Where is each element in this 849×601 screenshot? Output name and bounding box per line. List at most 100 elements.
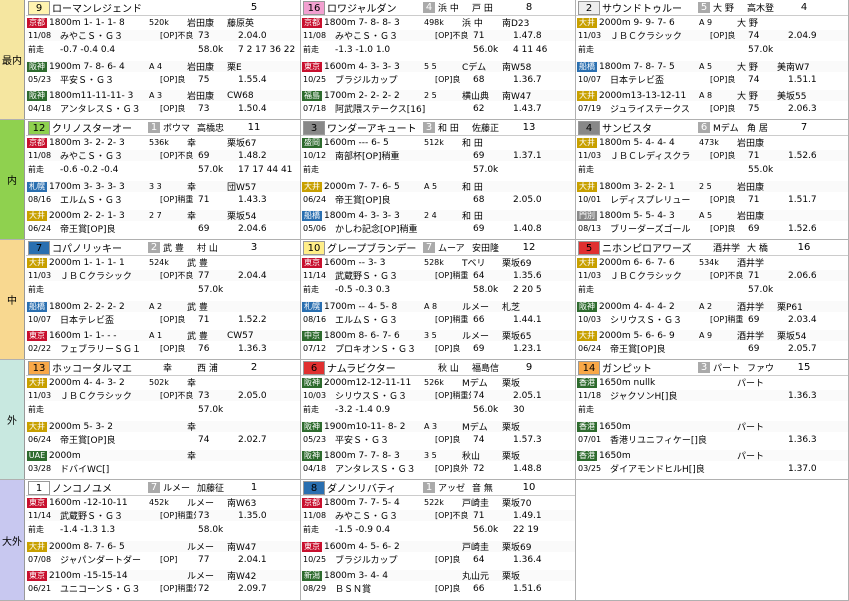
line-d: 栗坂: [502, 572, 521, 581]
horse-cell[interactable]: 5 ニホンピロアワーズ 酒井学大 橋 16 大井 2000m 6- 6- 7- 6 534k…: [576, 240, 849, 359]
waku-number: 6: [303, 361, 325, 375]
race-date: 10/01: [578, 195, 602, 204]
race-line: 東京 1600m 4- 5- 6- 2 戸崎圭 栗坂69: [301, 541, 575, 552]
horse-cell[interactable]: 16 ロワジャルダン 4 浜 中戸 田 8 京都 1800m 7- 8- 8- 3 498k 浜…: [301, 0, 576, 119]
race-line: 03/25 ダイアモンドヒルH[]良 1.37.0: [576, 463, 848, 475]
line-a: ブラジルカップ: [335, 76, 398, 85]
popularity: 9: [525, 362, 533, 373]
horse-name[interactable]: ノンコノユメ: [52, 480, 148, 495]
horse-cell[interactable]: 3 ワンダーアキュート 3 和 田佐藤正 13 盛岡 1600m --- 6- 5 512k 和…: [301, 120, 576, 239]
race-date: 06/24: [578, 344, 602, 353]
horse-name[interactable]: サウンドトゥルー: [602, 0, 698, 15]
line-c: 岩田康: [737, 183, 765, 192]
horse-cell[interactable]: 12 クリノスターオー 1 ボウマ 高橋忠 11 京都 1800m 3- 2- 2- 3 536…: [26, 120, 301, 239]
line-a: ドバイWC[]: [60, 465, 110, 474]
horse-name[interactable]: ナムラビクター: [327, 360, 423, 375]
line-a: -0.7 -0.4 0.4: [60, 44, 116, 55]
line-d: 2.05.1: [513, 390, 542, 401]
track-tag: 船橋: [302, 210, 322, 221]
horse-name[interactable]: サンビスタ: [602, 120, 698, 135]
horse-name[interactable]: ガンピット: [602, 360, 698, 375]
line-a: 1700m 3- 3- 3- 3: [49, 181, 125, 192]
line-b: [OP]良外: [435, 464, 469, 473]
waku-number: 16: [303, 1, 325, 15]
race-date: 02/22: [28, 344, 52, 353]
line-c: 64: [473, 554, 485, 565]
popularity: 12: [522, 242, 536, 253]
race-date: 前走: [303, 405, 319, 414]
race-line: 京都 1800m 3- 2- 2- 3 536k 幸 栗坂67: [26, 137, 300, 148]
race-date: 前走: [303, 525, 319, 534]
line-a: 2000m13-13-12-11: [599, 90, 687, 101]
horse-cell[interactable]: 1 ノンコノユメ 7 ルメー 加藤征 1 東京 1600m -12-10-11 452k ルメー南…: [26, 480, 301, 600]
line-a: 1800m 3- 2- 2- 3: [49, 137, 125, 148]
horse-name[interactable]: ホッコータルマエ: [52, 360, 148, 375]
horse-cell[interactable]: 6 ナムラビクター秋 山福島信 9 阪神 2000m12-12-11-11 526k Mデム…: [301, 360, 576, 479]
line-c: 秋山: [462, 452, 481, 461]
race-date: 前走: [303, 285, 319, 294]
line-c: Cデム: [462, 63, 487, 72]
line-a: 武蔵野Ｓ・Ｇ３: [335, 272, 399, 281]
line-a: 2000m 4- 4- 4- 2: [599, 301, 675, 312]
horse-name[interactable]: ロワジャルダン: [327, 0, 423, 15]
race-line: 京都 1800m 7- 8- 8- 3 498k 浜 中 南D23: [301, 17, 575, 28]
line-d: 栗坂67: [227, 139, 257, 148]
horse-name[interactable]: コパノリッキー: [52, 240, 148, 255]
race-line: 04/18 アンタレスＳ・Ｇ３ [OP]良 73 1.50.4: [26, 103, 300, 115]
line-b: [OP]良: [435, 584, 461, 593]
popularity: 2: [250, 362, 258, 373]
race-date: 05/06: [303, 224, 327, 233]
line-d: 藤原英: [227, 19, 255, 28]
line-b: 536k: [149, 138, 169, 147]
horse-name[interactable]: ワンダーアキュート: [327, 120, 423, 135]
race-line: 10/03 シリウスＳ・Ｇ３ [OP]稍重 69 2.03.4: [576, 314, 848, 326]
race-line: 11/18 ジャクソンH[]良 1.36.3: [576, 390, 848, 401]
jockey-name: 酒井学: [713, 244, 741, 254]
horse-name[interactable]: ダノンリバティ: [327, 480, 423, 495]
horse-gate: 4: [423, 2, 435, 13]
line-b: [OP]良: [160, 104, 186, 113]
line-b: 520k: [149, 18, 169, 27]
horse-cell[interactable]: 4 サンビスタ 6 Mデム角 居 7 大井 1800m 5- 4- 4- 4 473k 岩田康 1…: [576, 120, 849, 239]
line-a: -3.2 -1.4 0.9: [335, 404, 391, 415]
race-line: 06/21 ユニコーンＳ・Ｇ３ [OP]稍重外72 2.09.7: [26, 583, 300, 595]
race-date: 前走: [28, 45, 44, 54]
horse-name[interactable]: グレープブランデー: [327, 240, 423, 255]
horse-cell[interactable]: 10 グレープブランデー 7 ムーア 安田隆 12 東京 1600m -- 3- 3 528k T…: [301, 240, 576, 359]
horse-cell[interactable]: 8 ダノンリバティ 1 アッゼ音 無 10 京都 1800m 7- 7- 5- 4 522k 戸…: [301, 480, 576, 600]
line-a: 2000m 9- 9- 7- 6: [599, 17, 675, 28]
line-b: A 5: [699, 62, 713, 71]
horse-name[interactable]: クリノスターオー: [52, 120, 148, 135]
horse-cell[interactable]: 14 ガンピット 3 パート ファウ 15 香港 1650m nullk パート 11/18 ジャク…: [576, 360, 849, 479]
horse-gate: 3: [423, 122, 435, 133]
horse-cell[interactable]: 2 サウンドトゥルー 5 大 野高木登 4 大井 2000m 9- 9- 7- 6A 9大 …: [576, 0, 849, 119]
horse-cell[interactable]: 7 コパノリッキー 2 武 豊村 山 3 大井 2000m 1- 1- 1- 1 524k 武 …: [26, 240, 301, 359]
line-c: 72: [198, 583, 210, 594]
line-d: 1.40.8: [513, 223, 542, 234]
line-d: 南W42: [227, 572, 257, 581]
horse-cell[interactable]: 9 ローマンレジェンド 5 京都 1800m 1- 1- 1- 8 520k 岩田康 藤原英 1…: [26, 0, 301, 119]
line-d: 1.50.4: [238, 103, 267, 114]
popularity: 5: [250, 2, 258, 13]
waku-number: 5: [578, 241, 600, 255]
horse-cell[interactable]: [576, 480, 849, 600]
line-b: 2 5: [424, 91, 437, 100]
waku-number: 1: [28, 481, 50, 495]
line-d: 2.09.7: [238, 583, 267, 594]
race-line: 阪神 1800m 7- 7- 8- 3 3 5 秋山 栗坂: [301, 450, 575, 461]
horse-cell[interactable]: 13 ホッコータルマエ幸西 浦 2 大井 2000m 4- 4- 3- 2 502k 幸 11…: [26, 360, 301, 479]
line-c: パート: [737, 423, 765, 432]
horse-name[interactable]: ローマンレジェンド: [52, 0, 148, 15]
line-d: 栗P61: [777, 303, 803, 312]
horse-name[interactable]: ニホンピロアワーズ: [602, 240, 698, 255]
line-a: 1900m 7- 8- 6- 4: [49, 61, 125, 72]
track-tag: 阪神: [27, 90, 47, 101]
horse-gate: 1: [148, 122, 160, 133]
race-line: 大井 2000m 9- 9- 7- 6 A 9 大 野: [576, 17, 848, 28]
line-d: 南W58: [502, 63, 532, 72]
line-d: 1.37.0: [788, 463, 817, 474]
line-b: [OP]良: [710, 151, 736, 160]
track-tag: UAE: [27, 450, 47, 461]
line-c: 横山典: [462, 92, 490, 101]
track-tag: 東京: [302, 541, 322, 552]
